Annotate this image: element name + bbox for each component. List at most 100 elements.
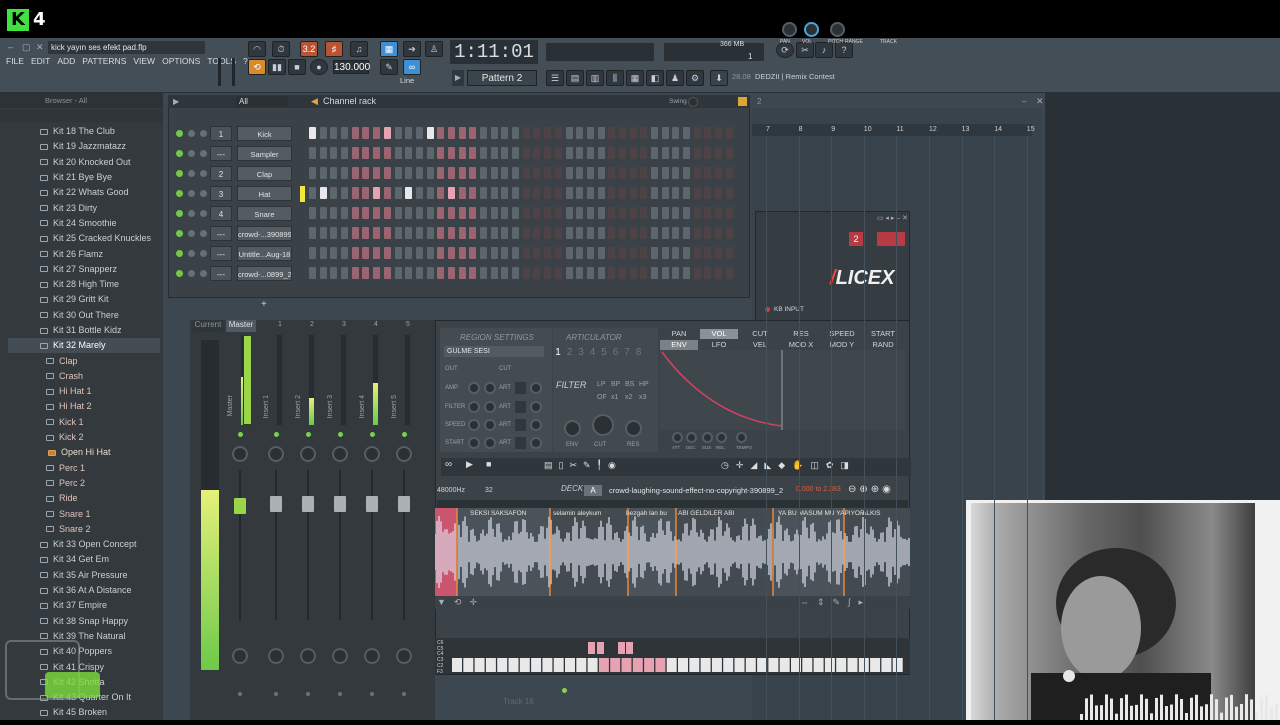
- mixer-enable-led[interactable]: [338, 432, 343, 437]
- scroll-tools[interactable]: ⇔⇕✎∫▸: [800, 597, 871, 608]
- step-button[interactable]: [651, 127, 658, 139]
- channel-row[interactable]: --- Sampler: [172, 145, 742, 163]
- step-button[interactable]: [426, 167, 434, 179]
- step-button[interactable]: [341, 227, 349, 239]
- step-button[interactable]: [640, 187, 648, 199]
- step-button[interactable]: [341, 187, 349, 199]
- step-button[interactable]: [415, 187, 423, 199]
- tempo-display[interactable]: 130.000: [333, 60, 370, 74]
- step-button[interactable]: [458, 147, 466, 159]
- browser-item[interactable]: Hi Hat 1: [8, 384, 160, 399]
- step-button[interactable]: [608, 167, 616, 179]
- stop-button[interactable]: ■: [288, 59, 306, 75]
- channel-control-dot[interactable]: [188, 230, 195, 237]
- step-button[interactable]: [362, 267, 370, 279]
- region-selector[interactable]: GULME SESI: [444, 346, 544, 357]
- step-button[interactable]: [341, 167, 349, 179]
- step-button[interactable]: [341, 147, 349, 159]
- piano-key[interactable]: [531, 658, 542, 672]
- step-button[interactable]: [373, 127, 381, 139]
- step-button[interactable]: [586, 167, 594, 179]
- channel-filter[interactable]: All: [236, 96, 288, 107]
- piano-key[interactable]: [700, 658, 711, 672]
- step-button[interactable]: [522, 227, 530, 239]
- mixer-pan-knob[interactable]: [232, 446, 248, 462]
- slicex-keyboard[interactable]: [435, 638, 910, 674]
- step-button[interactable]: [661, 167, 669, 179]
- step-button[interactable]: [501, 207, 509, 219]
- step-button[interactable]: [661, 207, 669, 219]
- articulator-slot[interactable]: 2: [565, 347, 575, 359]
- browser-item[interactable]: Kit 21 Bye Bye: [8, 170, 160, 185]
- step-button[interactable]: [447, 207, 455, 219]
- slicex-vol-knob[interactable]: [804, 22, 819, 37]
- channel-mixer-track[interactable]: ---: [210, 246, 232, 261]
- channel-mute-led[interactable]: [176, 250, 183, 257]
- region-knob[interactable]: [468, 382, 480, 394]
- channel-rack-icon[interactable]: ▥: [586, 70, 604, 86]
- step-button[interactable]: [447, 227, 455, 239]
- preview-play-icon[interactable]: ▶: [466, 459, 473, 470]
- browser-item[interactable]: Kit 26 Flamz: [8, 246, 160, 261]
- region-mod-knob[interactable]: [530, 401, 542, 413]
- envelope-knob[interactable]: [672, 432, 683, 443]
- step-button[interactable]: [618, 247, 626, 259]
- step-button[interactable]: [576, 187, 584, 199]
- step-button[interactable]: [362, 207, 370, 219]
- step-button[interactable]: [608, 267, 616, 279]
- channel-name-button[interactable]: crowd-...0899_2: [237, 266, 292, 281]
- menu-edit[interactable]: EDIT: [31, 56, 50, 68]
- step-button[interactable]: [437, 267, 445, 279]
- step-button[interactable]: [341, 207, 349, 219]
- step-button[interactable]: [415, 127, 423, 139]
- step-button[interactable]: [309, 187, 316, 199]
- step-button[interactable]: [629, 187, 637, 199]
- step-button[interactable]: [501, 147, 509, 159]
- channel-control-dot[interactable]: [200, 210, 207, 217]
- master-volume-slider[interactable]: [218, 58, 221, 86]
- step-button[interactable]: [704, 187, 712, 199]
- step-button[interactable]: [640, 227, 648, 239]
- step-button[interactable]: [362, 247, 370, 259]
- piano-key[interactable]: [610, 658, 621, 672]
- step-button[interactable]: [715, 207, 723, 219]
- envelope-tab[interactable]: MOD X: [782, 340, 820, 350]
- browser-item[interactable]: Kit 34 Get Em: [8, 552, 160, 567]
- step-button[interactable]: [586, 187, 594, 199]
- region-knob[interactable]: [484, 401, 496, 413]
- step-button[interactable]: [490, 127, 498, 139]
- step-button[interactable]: [597, 187, 605, 199]
- step-button[interactable]: [405, 227, 413, 239]
- step-button[interactable]: [629, 207, 637, 219]
- mixer-icon[interactable]: ⫼: [606, 70, 624, 86]
- step-button[interactable]: [715, 247, 723, 259]
- step-button[interactable]: [672, 127, 680, 139]
- step-button[interactable]: [533, 267, 541, 279]
- piano-roll-icon[interactable]: ▤: [566, 70, 584, 86]
- filter-type-button[interactable]: HP: [639, 381, 649, 388]
- step-button[interactable]: [383, 127, 391, 139]
- step-button[interactable]: [651, 267, 658, 279]
- envelope-tab[interactable]: VOL: [700, 329, 738, 339]
- articulator-slot[interactable]: 5: [599, 347, 609, 359]
- step-button[interactable]: [373, 187, 381, 199]
- step-button[interactable]: [426, 127, 434, 139]
- articulator-slot[interactable]: 8: [634, 347, 644, 359]
- step-button[interactable]: [629, 247, 637, 259]
- step-button[interactable]: [608, 187, 616, 199]
- region-knob[interactable]: [484, 382, 496, 394]
- browser-item[interactable]: Kit 22 Whats Good: [8, 185, 160, 200]
- step-button[interactable]: [608, 207, 616, 219]
- piano-key[interactable]: [802, 658, 813, 672]
- step-button[interactable]: [415, 207, 423, 219]
- step-button[interactable]: [501, 227, 509, 239]
- browser-item[interactable]: Hi Hat 2: [8, 399, 160, 414]
- step-button[interactable]: [469, 247, 477, 259]
- piano-key[interactable]: [768, 658, 779, 672]
- step-button[interactable]: [576, 247, 584, 259]
- piano-key[interactable]: [813, 658, 824, 672]
- step-button[interactable]: [715, 187, 723, 199]
- step-button[interactable]: [309, 227, 316, 239]
- channel-name-button[interactable]: Snare: [237, 206, 292, 221]
- step-button[interactable]: [725, 267, 733, 279]
